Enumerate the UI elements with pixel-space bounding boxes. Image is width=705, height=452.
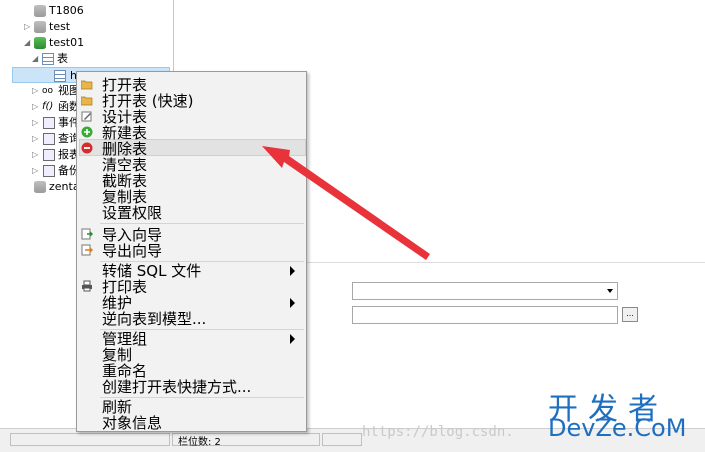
annotation-arrow (262, 146, 430, 260)
